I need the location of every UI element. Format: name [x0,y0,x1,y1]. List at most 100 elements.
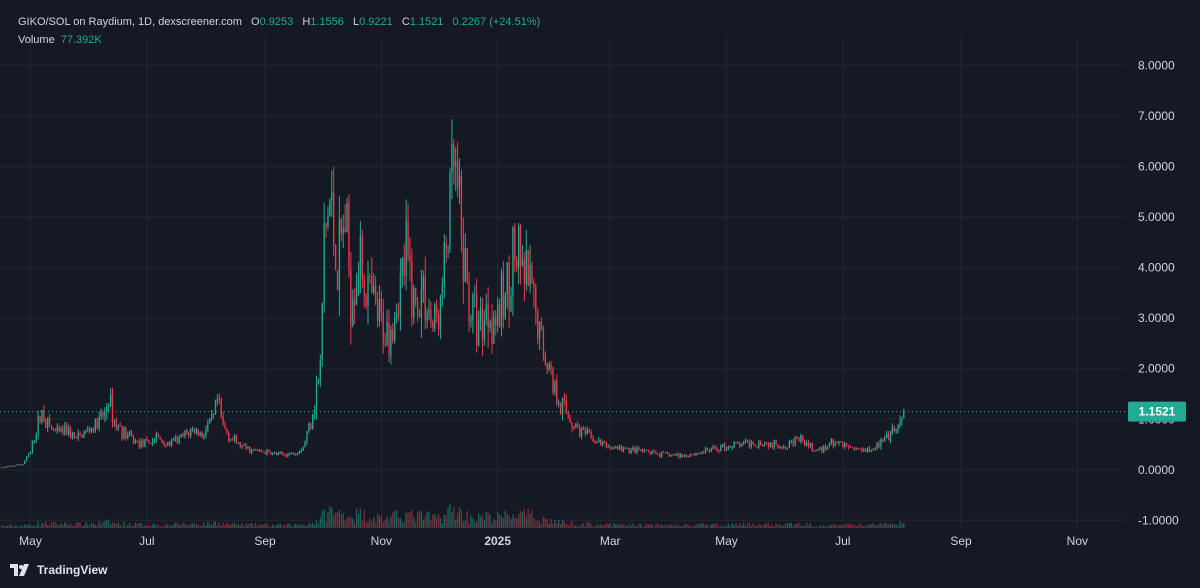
candle-body [287,453,289,457]
candle-body [134,440,137,444]
candle-body [251,449,253,453]
volume-bar [561,519,564,528]
symbol-title[interactable]: GIKO/SOL on Raydium, 1D, dexscreener.com [18,16,242,28]
volume-bar [167,524,169,528]
volume-bar [737,525,739,528]
candle-body [174,437,177,440]
candle-body [418,314,421,317]
volume-bar [729,526,731,528]
volume-bar [865,525,867,528]
candle-body [649,452,651,455]
candle-body [157,433,159,437]
candle-body [710,448,712,452]
price-chart[interactable]: -1.00000.00001.00002.00003.00004.00005.0… [0,0,1200,588]
volume-bar [760,524,762,528]
candle-body [500,272,503,328]
volume-bar [460,510,463,528]
volume-bar [304,525,306,528]
candle-body [580,427,583,437]
candle-body [474,294,476,296]
candle-body [394,318,396,341]
candle-body [716,448,718,450]
candle-body [527,250,529,286]
volume-bar [268,526,270,528]
volume-bar [498,514,501,528]
volume-bar [416,512,419,528]
volume-bar [81,526,83,528]
volume-bar [577,526,579,528]
volume-bar [222,522,224,528]
candle-body [899,420,901,425]
volume-bar [691,526,693,528]
candle-body [170,439,173,446]
candle-body [666,452,669,455]
candle-body [331,192,333,200]
candle-body [350,269,352,326]
candle-body [704,448,707,453]
volume-bar [632,523,634,528]
volume-bar [315,520,318,528]
candle-body [333,192,335,246]
volume-bar [193,523,196,528]
volume-bar [66,523,68,528]
volume-bar [353,522,356,528]
volume-bar [10,524,13,528]
tradingview-brand[interactable]: TradingView [10,563,107,577]
volume-bar [815,526,817,528]
volume-bar [327,512,329,528]
candle-body [434,304,436,329]
volume-bar [893,524,895,528]
candle-body [24,460,26,464]
candle-body [866,447,869,452]
volume-bar [859,523,861,528]
candle-body [353,299,356,305]
candle-body [453,144,455,167]
candle-body [821,447,823,452]
candle-body [258,449,260,451]
volume-bar [493,518,495,528]
volume-bar [382,521,384,528]
volume-bar [220,525,222,528]
candle-body [497,303,499,326]
volume-bar [750,526,752,528]
volume-bar [125,526,127,528]
volume-bar [601,525,604,528]
volume-bar [897,526,899,528]
candle-body [657,453,659,455]
candle-body [552,368,554,393]
volume-bar [727,523,730,528]
volume-bar [672,525,674,528]
volume-bar [624,525,627,528]
candle-body [384,342,386,345]
volume-bar [94,524,97,528]
candle-body [516,258,518,269]
volume-bar [649,523,651,528]
low-value: 0.9221 [359,16,393,28]
volume-label[interactable]: Volume [18,34,55,46]
volume-bar [350,517,352,528]
candle-body [8,465,11,467]
candle-body [18,464,20,466]
candle-body [712,446,714,449]
volume-bar [270,526,272,528]
volume-bar [802,526,804,528]
volume-bar [889,523,892,528]
candle-body [670,454,672,457]
volume-bar [336,511,339,528]
candle-body [447,247,449,249]
volume-bar [866,525,869,528]
volume-bar [836,525,838,528]
volume-bar [794,524,796,528]
volume-bar [397,518,400,528]
volume-bar [790,522,792,528]
volume-bar [79,522,81,528]
volume-bar [643,526,646,528]
volume-bar [106,519,108,528]
high-value: 1.1556 [310,16,344,28]
candle-body [277,452,280,455]
candle-body [901,418,903,421]
volume-bar [685,523,688,528]
candle-body [224,424,226,429]
volume-bar [422,519,424,528]
candle-body [180,433,182,438]
